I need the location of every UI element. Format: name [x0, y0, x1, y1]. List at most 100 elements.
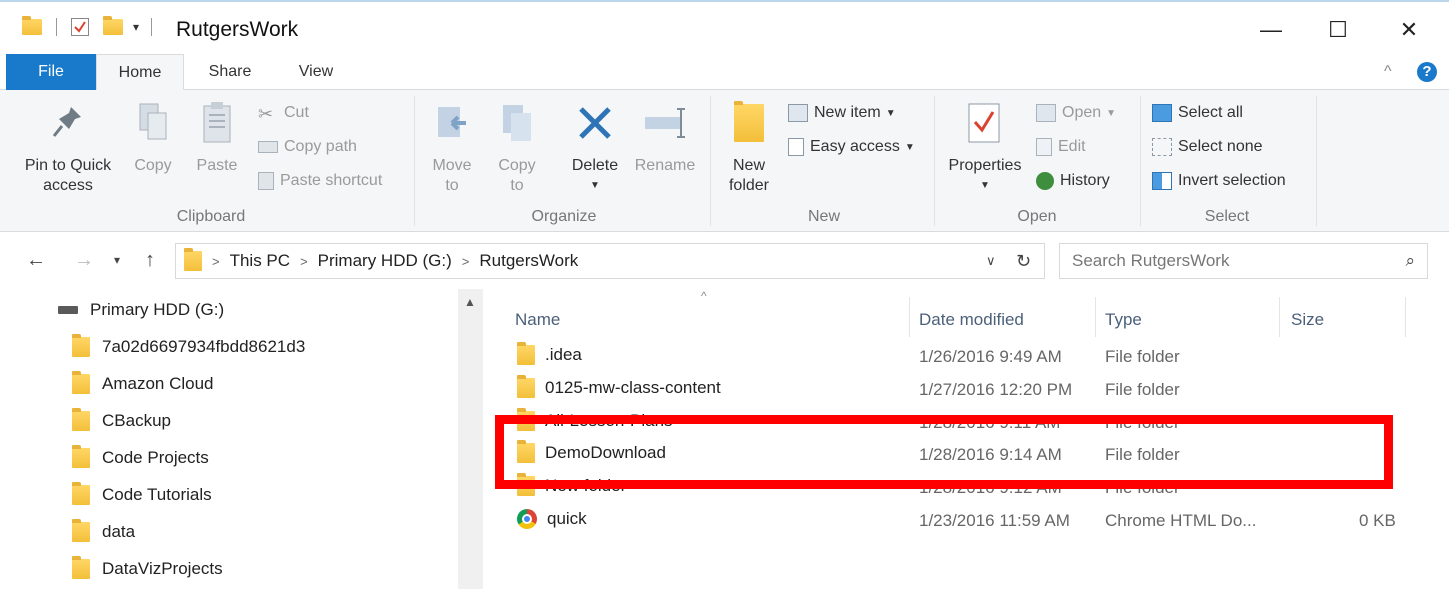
open-group-label: Open: [1017, 208, 1057, 225]
recent-locations-chevron-icon[interactable]: ▾: [114, 253, 120, 267]
customize-toolbar-icon[interactable]: ▾: [133, 20, 139, 34]
file-name: 0125-mw-class-content: [517, 375, 721, 398]
copy-to-button[interactable]: Copy to: [490, 98, 544, 196]
table-row[interactable]: .idea 1/26/2016 9:49 AM File folder: [513, 339, 1413, 371]
column-header-size[interactable]: Size: [1291, 299, 1324, 341]
nav-item-folder[interactable]: Code Tutorials: [72, 478, 212, 512]
chevron-down-icon: ▼: [904, 141, 915, 153]
drive-icon: [58, 306, 78, 314]
file-name-text: 0125-mw-class-content: [545, 378, 721, 397]
breadcrumb-this-pc[interactable]: This PC: [230, 251, 290, 271]
collapse-ribbon-icon[interactable]: ^: [1384, 63, 1392, 81]
scroll-up-icon[interactable]: ▲: [464, 295, 476, 309]
tab-view[interactable]: View: [280, 54, 352, 90]
nav-scrollbar[interactable]: ▲: [458, 289, 483, 589]
maximize-button[interactable]: ☐: [1315, 10, 1361, 50]
search-input[interactable]: Search RutgersWork ⌕: [1059, 243, 1428, 279]
separator: [1279, 297, 1280, 337]
nav-item-label: CBackup: [102, 411, 171, 430]
file-date: 1/26/2016 9:49 AM: [919, 347, 1062, 366]
back-arrow-icon[interactable]: ←: [26, 249, 46, 272]
invert-selection-icon: [1152, 172, 1172, 190]
nav-item-folder[interactable]: data: [72, 515, 135, 549]
chevron-right-icon: >: [300, 253, 308, 269]
move-to-icon: [424, 98, 480, 148]
properties-check-icon[interactable]: [71, 18, 89, 36]
folder-icon: [72, 445, 90, 468]
separator: [1316, 96, 1317, 226]
nav-item-folder[interactable]: 7a02d6697934fbdd8621d3: [72, 330, 305, 364]
history-button[interactable]: History: [1036, 172, 1110, 190]
scissors-icon: ✂: [258, 104, 274, 124]
copy-path-icon: [258, 141, 278, 153]
select-none-button[interactable]: Select none: [1152, 138, 1263, 156]
chevron-right-icon: >: [461, 253, 470, 269]
nav-item-label: Code Tutorials: [102, 485, 212, 504]
delete-button[interactable]: Delete ▼: [566, 98, 624, 196]
column-header-name[interactable]: Name: [515, 299, 560, 341]
tab-file[interactable]: File: [6, 54, 96, 90]
paste-icon: [188, 98, 246, 148]
open-icon: [1036, 104, 1056, 122]
title-bar: ▾ RutgersWork — ☐ ✕: [0, 0, 1449, 54]
edit-button[interactable]: Edit: [1036, 138, 1086, 156]
forward-arrow-icon[interactable]: →: [74, 249, 94, 272]
cut-label: Cut: [284, 104, 309, 121]
nav-item-label: DataVizProjects: [102, 559, 223, 578]
help-icon[interactable]: ?: [1417, 62, 1437, 82]
tab-home[interactable]: Home: [96, 54, 184, 91]
column-header-date[interactable]: Date modified: [919, 299, 1024, 341]
refresh-icon[interactable]: ↻: [1016, 251, 1031, 272]
rename-button[interactable]: Rename: [630, 98, 700, 176]
select-none-label: Select none: [1178, 138, 1263, 155]
pin-to-quick-access-button[interactable]: Pin to Quick access: [14, 98, 122, 196]
paste-button[interactable]: Paste: [188, 98, 246, 176]
copy-path-button[interactable]: Copy path: [258, 138, 357, 156]
properties-button[interactable]: Properties ▼: [942, 98, 1028, 196]
new-folder-icon[interactable]: [103, 16, 123, 35]
easy-access-button[interactable]: Easy access ▼: [788, 138, 915, 156]
nav-item-folder[interactable]: Amazon Cloud: [72, 367, 214, 401]
nav-item-folder[interactable]: Code Projects: [72, 441, 209, 475]
nav-item-drive[interactable]: Primary HDD (G:): [58, 293, 224, 327]
table-row[interactable]: quick 1/23/2016 11:59 AM Chrome HTML Do.…: [513, 503, 1413, 535]
open-button[interactable]: Open ▼: [1036, 104, 1116, 122]
separator: [151, 18, 153, 36]
paste-shortcut-button[interactable]: Paste shortcut: [258, 172, 382, 190]
table-row[interactable]: 0125-mw-class-content 1/27/2016 12:20 PM…: [513, 372, 1413, 404]
tab-share[interactable]: Share: [192, 54, 268, 90]
move-to-button[interactable]: Move to: [424, 98, 480, 196]
new-item-button[interactable]: New item ▼: [788, 104, 896, 122]
file-size: 0 KB: [1359, 511, 1396, 530]
invert-selection-button[interactable]: Invert selection: [1152, 172, 1286, 190]
organize-group-label: Organize: [531, 208, 597, 225]
up-arrow-icon[interactable]: ↑: [145, 249, 155, 272]
folder-icon: [72, 408, 90, 431]
chevron-down-icon: ▼: [1106, 107, 1117, 119]
minimize-button[interactable]: —: [1248, 10, 1294, 50]
select-all-label: Select all: [1178, 104, 1243, 121]
breadcrumb-rutgerswork[interactable]: RutgersWork: [479, 251, 578, 271]
nav-item-label: data: [102, 522, 136, 541]
search-placeholder: Search RutgersWork: [1072, 251, 1230, 270]
copy-button[interactable]: Copy: [126, 98, 180, 176]
new-item-label: New item: [814, 104, 881, 121]
chevron-down-icon[interactable]: ∨: [986, 253, 996, 269]
easy-access-icon: [788, 138, 804, 156]
nav-item-folder[interactable]: DataVizProjects: [72, 552, 223, 586]
chevron-right-icon: >: [212, 253, 220, 269]
chevron-down-icon: ▼: [980, 180, 990, 191]
close-button[interactable]: ✕: [1386, 10, 1432, 50]
cut-button[interactable]: ✂ Cut: [258, 104, 309, 124]
edit-label: Edit: [1058, 138, 1086, 155]
chevron-down-icon: ▼: [885, 107, 896, 119]
breadcrumb-primary-hdd[interactable]: Primary HDD (G:): [318, 251, 452, 271]
copy-icon: [126, 98, 180, 148]
new-folder-button[interactable]: New folder: [722, 98, 776, 196]
pin-icon: [14, 98, 122, 148]
address-bar[interactable]: > This PC > Primary HDD (G:) > RutgersWo…: [175, 243, 1045, 279]
select-all-button[interactable]: Select all: [1152, 104, 1243, 122]
new-group-label: New: [807, 208, 840, 225]
nav-item-folder[interactable]: CBackup: [72, 404, 171, 438]
column-header-type[interactable]: Type: [1105, 299, 1142, 341]
